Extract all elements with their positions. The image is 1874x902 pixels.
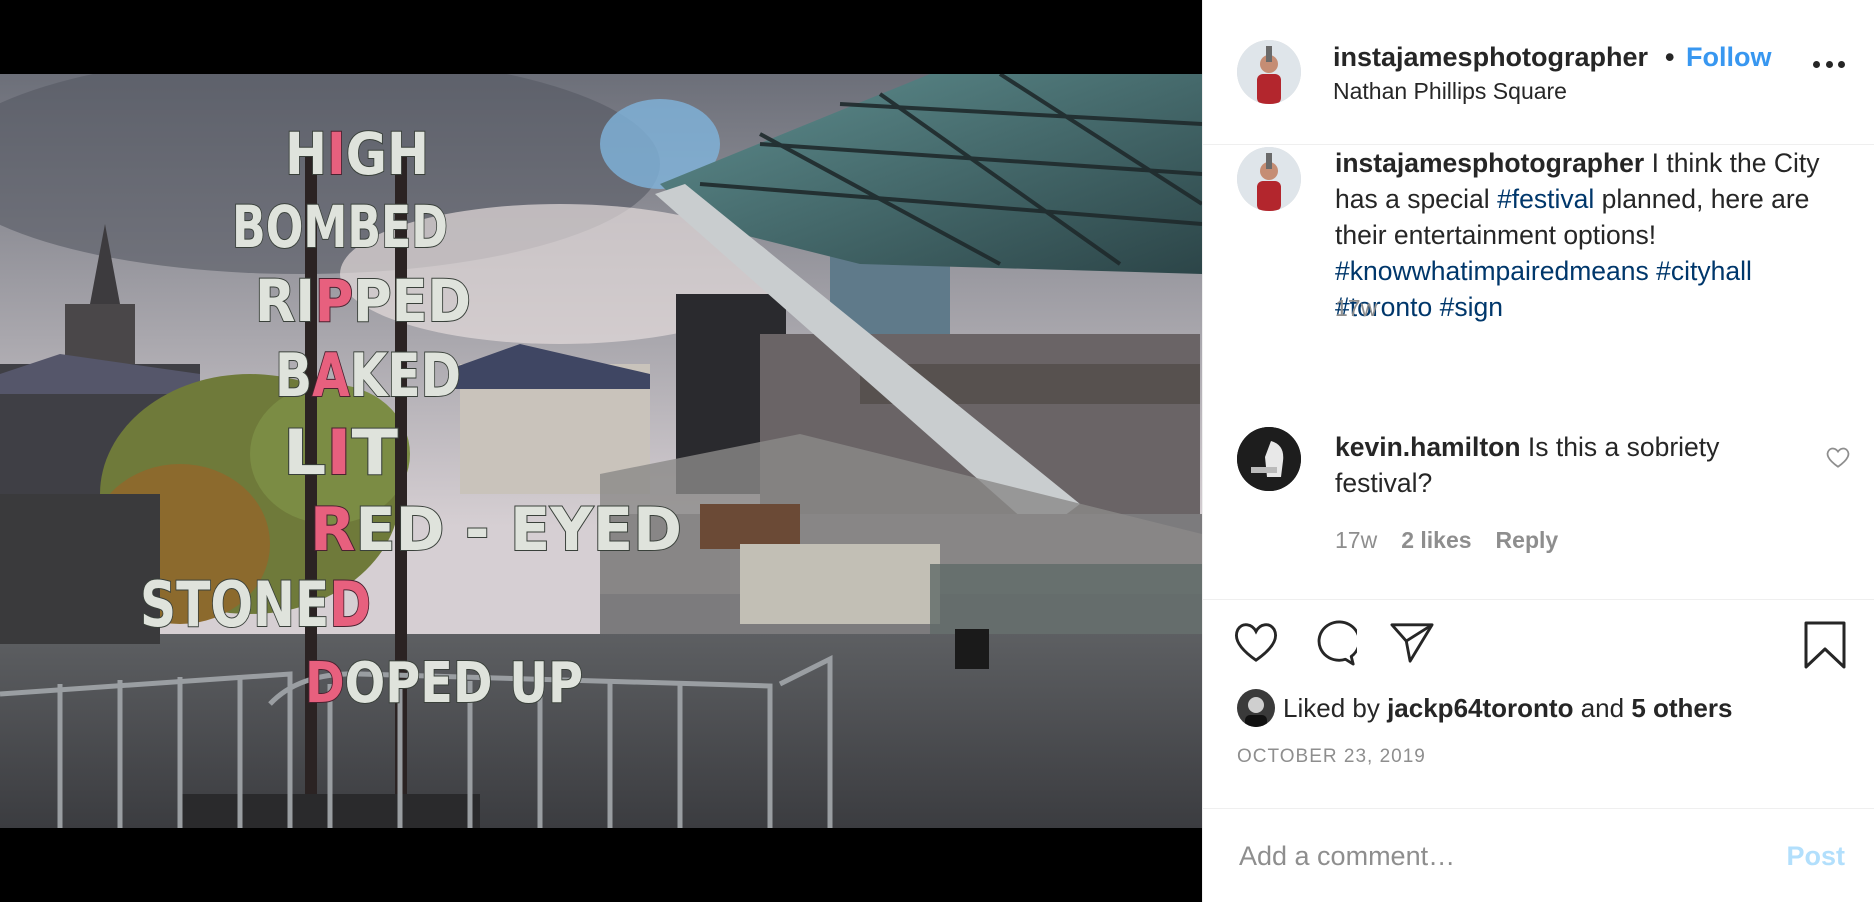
comment-likes-count[interactable]: 2 likes — [1401, 527, 1471, 554]
likes-others-link[interactable]: 5 others — [1631, 693, 1732, 724]
caption-avatar-image — [1237, 147, 1301, 211]
heart-icon[interactable] — [1233, 620, 1279, 669]
photo-area: HIGH BOMBED RIPPED BAKED LIT RED - EYED STONED… — [0, 0, 1202, 902]
likes-summary: Liked by jackp64toronto and 5 others — [1237, 686, 1732, 730]
sign-word: LIT — [283, 416, 398, 489]
bookmark-icon[interactable] — [1803, 620, 1847, 675]
caption-timestamp[interactable]: 17w — [1335, 295, 1377, 322]
post-header: instajamesphotographer • Follow Nathan P… — [1203, 0, 1874, 145]
sign-word: BOMBED — [232, 193, 448, 261]
post-caption: instajamesphotographer I think the City … — [1335, 145, 1835, 325]
post-date[interactable]: OCTOBER 23, 2019 — [1237, 746, 1426, 768]
sign-word: HIGH — [285, 120, 429, 188]
sign-word: BAKED — [275, 341, 461, 411]
caption-username[interactable]: instajamesphotographer — [1335, 148, 1644, 178]
post-side-panel: instajamesphotographer • Follow Nathan P… — [1202, 0, 1874, 902]
post-location[interactable]: Nathan Phillips Square — [1333, 78, 1567, 105]
more-dot — [1825, 60, 1833, 68]
comment-timestamp[interactable]: 17w — [1335, 527, 1377, 554]
hashtag-festival[interactable]: #festival — [1497, 184, 1594, 214]
liker-username[interactable]: jackp64toronto — [1387, 693, 1573, 724]
liked-by-label: Liked by — [1283, 692, 1380, 723]
commenter-username[interactable]: kevin.hamilton — [1335, 432, 1521, 462]
hashtag-knowwhatimpairedmeans[interactable]: #knowwhatimpairedmeans — [1335, 256, 1649, 286]
comment-body: kevin.hamilton Is this a sobriety festiv… — [1335, 429, 1775, 501]
more-dot — [1838, 60, 1845, 68]
heart-small-icon[interactable] — [1825, 445, 1851, 474]
follow-button[interactable]: Follow — [1686, 42, 1771, 73]
sign-word: DOPED UP — [305, 651, 583, 716]
author-avatar-image — [1237, 40, 1301, 104]
commenter-avatar[interactable] — [1237, 427, 1301, 491]
commenter-avatar-image — [1237, 427, 1301, 491]
sign-word: RIPPED — [255, 267, 471, 335]
post-comment-button[interactable]: Post — [1786, 841, 1845, 872]
comment-input[interactable] — [1237, 831, 1761, 881]
reply-button[interactable]: Reply — [1496, 527, 1559, 554]
post-photo[interactable]: HIGH BOMBED RIPPED BAKED LIT RED - EYED STONED… — [0, 74, 1202, 828]
hashtag-cityhall[interactable]: #cityhall — [1656, 256, 1752, 286]
comment-meta: 17w 2 likes Reply — [1335, 527, 1558, 554]
hashtag-sign[interactable]: #sign — [1440, 292, 1503, 322]
comment-icon[interactable] — [1311, 620, 1361, 671]
liker-avatar[interactable] — [1237, 689, 1275, 727]
more-options-icon[interactable] — [1813, 54, 1845, 74]
likes-and-label: and — [1580, 692, 1625, 723]
author-avatar[interactable] — [1237, 40, 1301, 104]
more-dot — [1813, 60, 1820, 68]
liker-avatar-image — [1237, 689, 1275, 727]
photo-illustration: HIGHBOMBEDRIPPEDBAKEDLITRED - EYEDSTONED… — [0, 74, 1202, 828]
post-actions — [1233, 620, 1847, 676]
share-icon[interactable] — [1389, 620, 1435, 669]
sign-word: RED - EYED — [310, 495, 682, 565]
caption-author-avatar[interactable] — [1237, 147, 1301, 211]
comments-section: instajamesphotographer I think the City … — [1203, 145, 1874, 600]
author-username[interactable]: instajamesphotographer — [1333, 42, 1657, 73]
sign-word: STONED — [140, 568, 371, 641]
header-separator: • — [1665, 42, 1675, 72]
add-comment-bar: Post — [1203, 808, 1874, 902]
